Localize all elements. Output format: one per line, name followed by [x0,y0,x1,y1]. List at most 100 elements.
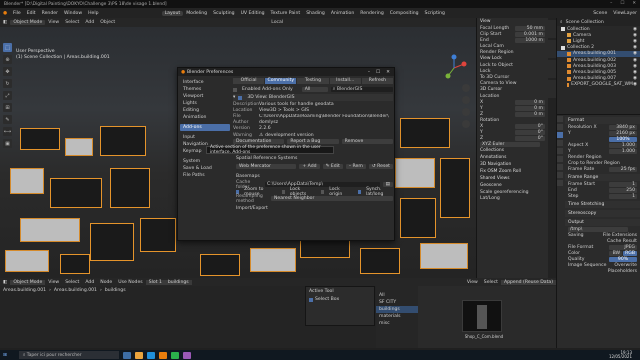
close-icon[interactable]: ✕ [632,1,636,6]
annotate-icon[interactable]: ✎ [3,115,12,124]
resolution-y-field[interactable]: 2160 px [609,130,637,136]
clip-end-field[interactable]: 1000 m [515,37,545,43]
node-menu-select[interactable]: Select [62,280,82,285]
prefs-nav-animation[interactable]: Animation [180,114,230,121]
move-icon[interactable]: ✥ [3,67,12,76]
section-format[interactable]: Format [565,117,640,124]
transform-orientation[interactable]: Local [268,20,286,25]
workspace-tab-texture[interactable]: Texture Paint [268,11,304,16]
lock-objects-checkbox[interactable] [281,189,285,194]
maximize-icon[interactable]: ☐ [620,1,624,6]
section-geoscene[interactable]: Geoscene [477,182,548,189]
documentation-button[interactable]: Documentation [233,138,285,145]
tab-community[interactable]: Community [265,78,297,84]
color-rgb-button[interactable]: RGB [623,250,637,256]
select-box-icon[interactable]: ⬚ [3,43,12,52]
prefs-nav-add-ons[interactable]: Add-ons [180,124,230,131]
viewport-menu-view[interactable]: View [45,20,62,25]
lock-to-cursor-checkbox[interactable]: To 3D Cursor [480,75,509,80]
workspace-tab-uv[interactable]: UV Editing [238,11,268,16]
prefs-nav-interface[interactable]: Interface [180,79,230,86]
visibility-eye-icon[interactable]: ◉ [633,33,637,38]
lat-long-label[interactable]: Lat/Long [480,196,500,201]
visibility-eye-icon[interactable]: ◉ [633,76,637,81]
section-frame-range[interactable]: Frame Range [565,174,640,181]
prefs-close-icon[interactable]: ✕ [386,70,390,75]
modifier-tab-icon[interactable] [557,172,563,178]
cursor-z-field[interactable]: 0 m [515,111,545,117]
camera-to-view-checkbox[interactable]: Camera to View [480,81,516,86]
overwrite-checkbox[interactable]: Overwrite [614,263,637,268]
clip-start-field[interactable]: 0.001 m [515,31,545,37]
expand-arrow-icon[interactable]: ▾ [233,95,235,100]
cursor-rz-field[interactable]: 0° [515,135,545,141]
preferences-title-bar[interactable]: ● Blender Preferences – ☐ ✕ [178,68,394,76]
prefs-minimize-icon[interactable]: – [368,70,370,75]
section-view[interactable]: View [477,18,548,25]
workspace-tab-scripting[interactable]: Scripting [422,11,448,16]
menu-help[interactable]: Help [85,11,101,16]
navigation-gizmo[interactable] [440,54,468,82]
fb-item-buildings[interactable]: buildings [376,306,418,313]
rotation-mode-select[interactable]: XYZ Euler [480,141,540,147]
install-button[interactable]: Install... [329,78,361,84]
slot-select[interactable]: Slot 1 [145,279,165,285]
srs-edit-button[interactable]: ✎ Edit [322,163,343,170]
menu-file[interactable]: File [10,11,24,16]
fb-item-misc[interactable]: misc [376,320,418,327]
section-output[interactable]: Output [565,219,640,226]
blender-logo-icon[interactable]: ● [0,11,10,16]
visibility-eye-icon[interactable]: ◉ [633,51,637,56]
ortho-toggle-icon[interactable] [462,120,470,128]
quality-field[interactable]: 90% [609,256,637,262]
workspace-tab-rendering[interactable]: Rendering [357,11,386,16]
mode-selector[interactable]: Object Mode [10,20,46,25]
prefs-nav-lights[interactable]: Lights [180,100,230,107]
remove-addon-button[interactable]: Remove [341,138,393,145]
tab-official[interactable]: Official [233,78,265,84]
visibility-eye-icon[interactable]: ◉ [633,39,637,44]
tool-tab-icon[interactable] [557,116,563,122]
focal-length-field[interactable]: 50 mm [515,25,545,31]
output-path-field[interactable]: /tmp\ [568,226,628,232]
taskbar-clock[interactable]: 19:13 12/05/2021 [609,350,632,360]
report-bug-button[interactable]: Report a Bug [287,138,339,145]
prefs-nav-save-load[interactable]: Save & Load [180,165,230,172]
file-format-select[interactable]: JPEG [609,244,637,250]
aspect-x-field[interactable]: 1.000 [609,142,637,148]
workspace-tab-compositing[interactable]: Compositing [387,11,422,16]
workspace-tab-layout[interactable]: Layout [161,10,184,16]
srs-remove-button[interactable]: – Rem [345,163,366,170]
sidebar-tab-tool[interactable] [548,40,556,58]
cursor-ry-field[interactable]: 0° [515,129,545,135]
use-nodes-checkbox[interactable]: Use Nodes [115,280,145,285]
scale-georef-label[interactable]: Scale georeferencing [480,190,529,195]
edge-icon[interactable] [146,351,155,359]
prefs-nav-themes[interactable]: Themes [180,86,230,93]
scene-selector[interactable]: Scene [590,11,610,16]
measure-icon[interactable]: ⟷ [3,127,12,136]
visibility-eye-icon[interactable]: ◉ [633,45,637,50]
output-tab-icon[interactable] [557,132,563,138]
menu-window[interactable]: Window [61,11,85,16]
color-bw-button[interactable]: BW [609,250,623,256]
cursor-icon[interactable]: ⊕ [3,55,12,64]
section-shared-views[interactable]: Shared Views [477,175,548,182]
crop-label[interactable]: Crop to Render Region [568,161,620,166]
workspace-tab-modeling[interactable]: Modeling [183,11,210,16]
sidebar-tab-view[interactable] [548,60,556,78]
workspace-tab-sculpting[interactable]: Sculpting [210,11,237,16]
fb-item-all[interactable]: All [376,292,418,299]
workspace-tab-animation[interactable]: Animation [328,11,357,16]
frame-step-field[interactable]: 1 [609,193,637,199]
cache-result-checkbox[interactable]: Cache Result [607,239,637,244]
zoom-icon[interactable] [462,84,470,92]
section-3d-cursor[interactable]: 3D Cursor [477,86,548,93]
fb-item-sf-city[interactable]: SF CITY [376,299,418,306]
world-tab-icon[interactable] [557,156,563,162]
node-menu-view[interactable]: View [45,280,62,285]
resolution-percent-field[interactable]: 100% [609,136,637,142]
object-tab-icon[interactable] [557,164,563,170]
viewport-menu-select[interactable]: Select [62,20,82,25]
view-layer-tab-icon[interactable] [557,140,563,146]
